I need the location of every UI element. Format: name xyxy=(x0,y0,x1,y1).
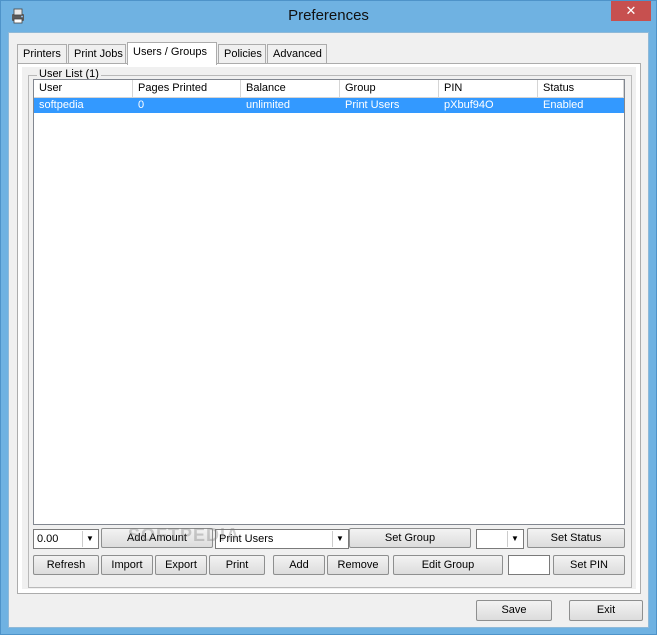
set-status-button[interactable]: Set Status xyxy=(527,528,625,548)
group-value: Print Users xyxy=(219,533,274,545)
window-title: Preferences xyxy=(288,7,369,24)
set-pin-button[interactable]: Set PIN xyxy=(553,555,625,575)
column-header-group[interactable]: Group xyxy=(340,80,439,98)
column-header-status[interactable]: Status xyxy=(538,80,624,98)
user-list-group: User List (1) User Pages Printed Balance… xyxy=(28,68,632,588)
tab-users-groups[interactable]: Users / Groups xyxy=(127,42,217,65)
tab-print-jobs[interactable]: Print Jobs xyxy=(68,44,126,64)
close-icon: ✕ xyxy=(625,3,637,18)
tab-advanced[interactable]: Advanced xyxy=(267,44,327,64)
preferences-window: Preferences ✕ Printers Print Jobs Users … xyxy=(0,0,657,635)
table-row[interactable]: softpedia 0 unlimited Print Users pXbuf9… xyxy=(34,98,624,113)
column-header-balance[interactable]: Balance xyxy=(241,80,340,98)
save-button[interactable]: Save xyxy=(476,600,552,621)
chevron-down-icon[interactable]: ▼ xyxy=(507,531,522,547)
add-user-button[interactable]: Add xyxy=(273,555,325,575)
tab-printers[interactable]: Printers xyxy=(17,44,67,64)
remove-user-button[interactable]: Remove xyxy=(327,555,389,575)
column-header-user[interactable]: User xyxy=(34,80,133,98)
print-button[interactable]: Print xyxy=(209,555,265,575)
cell-pin: pXbuf94O xyxy=(444,99,494,111)
column-header-pages-printed[interactable]: Pages Printed xyxy=(133,80,241,98)
close-button[interactable]: ✕ xyxy=(611,1,651,21)
cell-group: Print Users xyxy=(345,99,400,111)
export-button[interactable]: Export xyxy=(155,555,207,575)
group-combo[interactable]: Print Users ▼ xyxy=(215,529,349,549)
pin-input[interactable] xyxy=(508,555,550,575)
cell-pages-printed: 0 xyxy=(138,99,145,111)
status-combo[interactable]: ▼ xyxy=(476,529,524,549)
exit-button[interactable]: Exit xyxy=(569,600,643,621)
amount-combo[interactable]: 0.00 ▼ xyxy=(33,529,99,549)
column-header-pin[interactable]: PIN xyxy=(439,80,538,98)
chevron-down-icon[interactable]: ▼ xyxy=(332,531,347,547)
cell-status: Enabled xyxy=(543,99,584,111)
panel-body: User List (1) User Pages Printed Balance… xyxy=(22,67,636,589)
add-amount-button[interactable]: Add Amount xyxy=(101,528,213,548)
edit-group-button[interactable]: Edit Group xyxy=(393,555,503,575)
user-list-view[interactable]: User Pages Printed Balance Group PIN Sta… xyxy=(33,79,625,525)
chevron-down-icon[interactable]: ▼ xyxy=(82,531,97,547)
set-group-button[interactable]: Set Group xyxy=(349,528,471,548)
list-header: User Pages Printed Balance Group PIN Sta… xyxy=(34,80,624,98)
cell-user: softpedia xyxy=(39,99,84,111)
cell-balance: unlimited xyxy=(246,99,291,111)
import-button[interactable]: Import xyxy=(101,555,153,575)
dialog-client-area: Printers Print Jobs Users / Groups Polic… xyxy=(8,32,649,628)
tab-policies[interactable]: Policies xyxy=(218,44,266,64)
amount-value: 0.00 xyxy=(37,533,59,545)
users-groups-panel: User List (1) User Pages Printed Balance… xyxy=(17,63,641,594)
refresh-button[interactable]: Refresh xyxy=(33,555,99,575)
title-bar[interactable]: Preferences ✕ xyxy=(1,1,656,32)
